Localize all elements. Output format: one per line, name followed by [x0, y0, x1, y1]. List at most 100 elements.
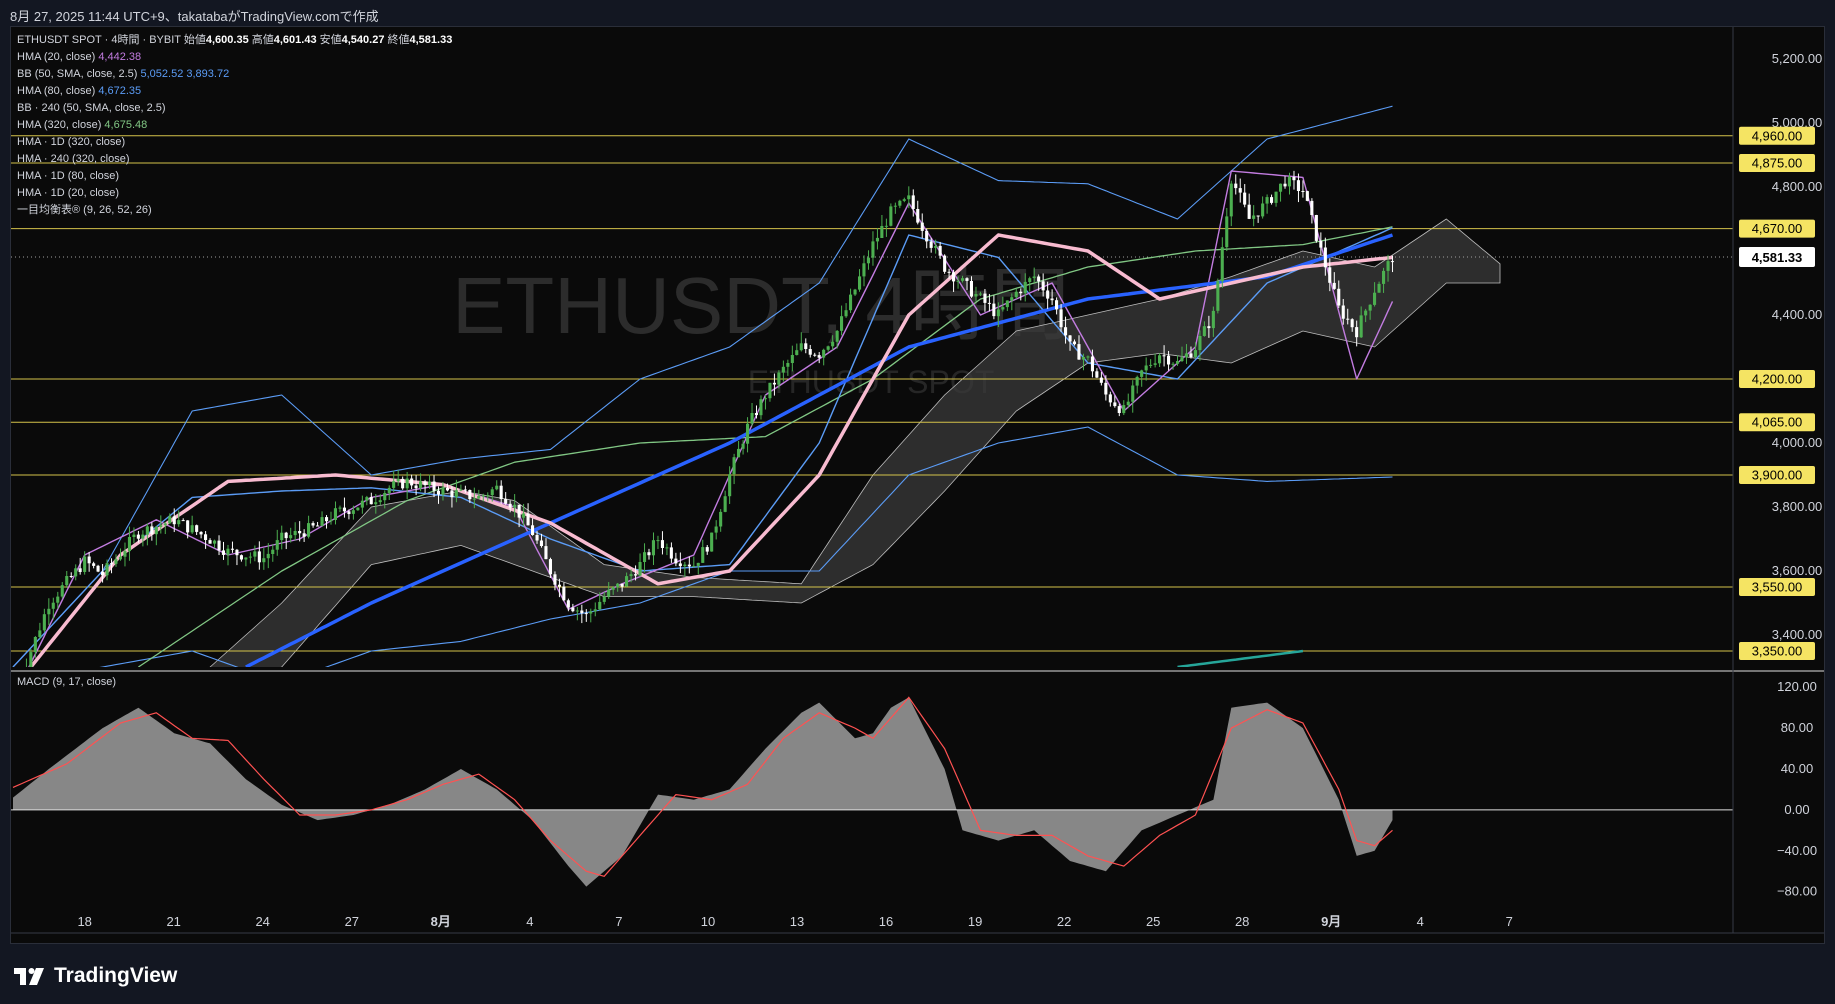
candle-body: [714, 526, 718, 533]
candle-body: [1184, 353, 1188, 358]
candle-body: [266, 553, 270, 559]
indicator-label: HMA · 1D (80, close): [17, 170, 119, 182]
candle-body: [607, 589, 611, 597]
candle-body: [1010, 297, 1014, 301]
candle-body: [177, 520, 181, 525]
candle-body: [181, 520, 185, 522]
legend-indicator-line: HMA (80, close) 4,672.35: [17, 85, 141, 97]
candle-body: [145, 526, 149, 535]
candle-body: [356, 507, 360, 511]
candle-body: [1131, 385, 1135, 402]
indicator-value: 4,672.35: [98, 85, 141, 97]
indicator-value: 3,893.72: [186, 68, 229, 80]
candle-body: [351, 510, 355, 514]
candle-body: [298, 531, 302, 534]
time-tick-label: 19: [968, 914, 982, 929]
candle-body: [92, 563, 96, 566]
indicator-label: 一目均衡表® (9, 26, 52, 26): [17, 202, 152, 216]
candle-body: [186, 520, 190, 533]
candle-body: [929, 241, 933, 248]
candle-body: [719, 511, 723, 527]
candle-body: [1359, 315, 1363, 338]
chart-canvas[interactable]: ETHUSDT, 4時間 ETHUSDT SPOT 5,200.005,000.…: [11, 27, 1824, 943]
candle-body: [1117, 406, 1121, 413]
candle-body: [1099, 377, 1103, 383]
candle-body: [257, 551, 261, 563]
candle-body: [1225, 216, 1229, 248]
candle-body: [898, 200, 902, 206]
candle-body: [65, 576, 69, 586]
candle-body: [1252, 215, 1256, 219]
level-badge-label: 4,065.00: [1752, 415, 1803, 430]
watermark-main: ETHUSDT, 4時間: [452, 261, 1070, 350]
candle-body: [1171, 363, 1175, 365]
candle-body: [1023, 281, 1027, 294]
legend-indicator-line: HMA · 1D (320, close): [17, 136, 125, 148]
candle-body: [1211, 310, 1215, 329]
candle-body: [522, 513, 526, 518]
candle-body: [150, 526, 154, 535]
candle-body: [508, 503, 512, 508]
candle-body: [992, 303, 996, 317]
candle-body: [965, 278, 969, 281]
candle-body: [548, 559, 552, 575]
candle-body: [571, 607, 575, 612]
candle-body: [410, 478, 414, 486]
candle-body: [1113, 402, 1117, 407]
time-tick-label: 28: [1235, 914, 1249, 929]
candle-body: [1323, 247, 1327, 268]
candle-body: [468, 490, 472, 500]
candle-body: [463, 489, 467, 491]
candle-body: [387, 487, 391, 493]
candle-body: [1104, 382, 1108, 395]
candle-body: [598, 601, 602, 610]
candle-body: [911, 195, 915, 209]
candle-body: [1064, 327, 1068, 336]
candle-body: [889, 206, 893, 226]
candle-body: [535, 535, 539, 541]
legend: ETHUSDT SPOT · 4時間 · BYBIT 始値4,600.35 高値…: [17, 32, 452, 216]
candle-body: [1337, 288, 1341, 306]
candle-body: [141, 534, 145, 539]
candle-body: [790, 355, 794, 363]
chart-frame[interactable]: ETHUSDT, 4時間 ETHUSDT SPOT 5,200.00 5,000.…: [10, 26, 1825, 944]
candle-body: [750, 413, 754, 424]
time-tick-label: 4: [1417, 914, 1424, 929]
candle-body: [1081, 357, 1085, 360]
candle-body: [316, 525, 320, 527]
indicator-value: 5,052.52: [141, 68, 187, 80]
candle-body: [307, 523, 311, 537]
candle-body: [580, 610, 584, 614]
candle-body: [517, 504, 521, 518]
time-tick-label: 16: [879, 914, 893, 929]
candle-body: [1077, 344, 1081, 360]
candle-body: [1390, 261, 1394, 263]
indicator-label: BB · 240 (50, SMA, close, 2.5): [17, 102, 166, 114]
price-tick-label: 3,800.00: [1772, 499, 1823, 514]
candle-body: [844, 310, 848, 317]
candle-body: [1247, 204, 1251, 219]
candle-body: [1305, 191, 1309, 201]
candle-body: [208, 540, 212, 544]
tradingview-logo[interactable]: TradingView: [12, 964, 177, 988]
candle-body: [602, 596, 606, 602]
candle-body: [248, 556, 252, 558]
price-tick-label: 5,200.00: [1772, 51, 1823, 66]
candle-body: [110, 563, 114, 565]
indicator-label: HMA (320, close): [17, 119, 104, 131]
candle-body: [101, 571, 105, 576]
candle-body: [1341, 305, 1345, 319]
candle-body: [705, 547, 709, 552]
candle-body: [656, 540, 660, 542]
candle-body: [1090, 356, 1094, 372]
time-tick-label: 4: [526, 914, 533, 929]
candle-body: [1055, 300, 1059, 310]
price-tick-label: 3,400.00: [1772, 627, 1823, 642]
candle-body: [880, 226, 884, 238]
candle-body: [293, 531, 297, 536]
candle-body: [1198, 336, 1202, 351]
candle-body: [978, 293, 982, 295]
candle-body: [405, 478, 409, 489]
candle-body: [16, 687, 19, 699]
candle-body: [159, 525, 163, 527]
